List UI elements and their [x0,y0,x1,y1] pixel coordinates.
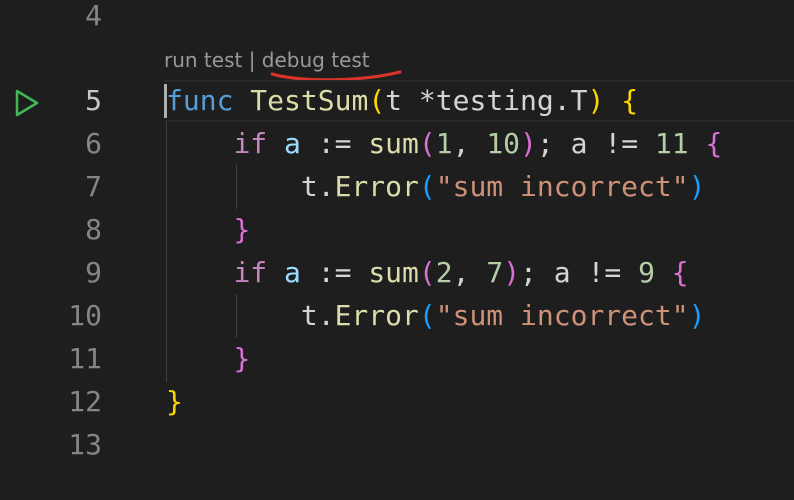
receiver: t. [300,299,335,332]
paren: ( [418,256,436,289]
number: 9 [638,256,655,289]
brace: } [233,213,251,246]
paren: ( [418,299,436,332]
line-number: 8 [85,213,102,246]
paren: ) [503,256,521,289]
string-literal: "sum incorrect" [435,299,689,332]
run-test-link[interactable]: run test [164,48,242,72]
keyword: if [233,127,268,160]
number: 11 [654,127,689,160]
line-number: 4 [85,0,102,32]
expression: ; a != [520,256,639,289]
brace: { [705,127,723,160]
operator: := [300,127,369,160]
variable: a [284,256,301,289]
line-number: 6 [85,127,102,160]
code-line-6[interactable]: if a := sum(1, 10); a != 11 { [166,128,722,160]
punct: , [452,256,487,289]
punct: , [452,127,487,160]
code-line-11[interactable]: } [166,343,250,375]
paren: ( [418,170,436,203]
line-number: 7 [85,170,102,203]
params: t *testing.T [385,84,588,117]
expression: ; a != [536,127,655,160]
brace: { [671,256,689,289]
code-line-5[interactable]: func TestSum(t *testing.T) { [166,85,638,117]
line-number: 10 [68,299,102,332]
paren: ) [688,299,706,332]
method-call: Error [334,299,419,332]
code-line-12[interactable]: } [166,386,183,418]
line-number: 12 [68,385,102,418]
paren: ( [418,127,436,160]
operator: := [300,256,369,289]
receiver: t. [300,170,335,203]
function-call: sum [368,127,419,160]
line-number: 13 [68,428,102,461]
code-line-7[interactable]: t.Error("sum incorrect") [166,170,706,203]
function-name: TestSum [250,84,369,117]
variable: a [284,127,301,160]
method-call: Error [334,170,419,203]
paren: ) [587,84,605,117]
number: 7 [486,256,504,289]
number: 2 [435,256,453,289]
line-number-active: 5 [85,84,102,117]
brace: } [233,342,251,375]
string-literal: "sum incorrect" [435,170,689,203]
code-line-8[interactable]: } [166,214,250,246]
brace: { [621,84,639,117]
keyword: func [166,84,234,117]
line-number: 9 [85,256,102,289]
number: 1 [435,127,453,160]
paren: ( [368,84,386,117]
code-editor[interactable]: 4 5 6 7 8 9 10 11 12 13 run test | debug… [0,0,794,500]
code-line-9[interactable]: if a := sum(2, 7); a != 9 { [166,256,689,289]
number: 10 [486,127,521,160]
codelens-separator: | [242,48,262,72]
paren: ) [520,127,537,160]
code-line-10[interactable]: t.Error("sum incorrect") [166,299,706,332]
brace: } [166,385,183,418]
line-number: 11 [68,342,102,375]
paren: ) [688,170,706,203]
debug-test-link[interactable]: debug test [262,48,370,72]
function-call: sum [368,256,419,289]
keyword: if [233,256,268,289]
